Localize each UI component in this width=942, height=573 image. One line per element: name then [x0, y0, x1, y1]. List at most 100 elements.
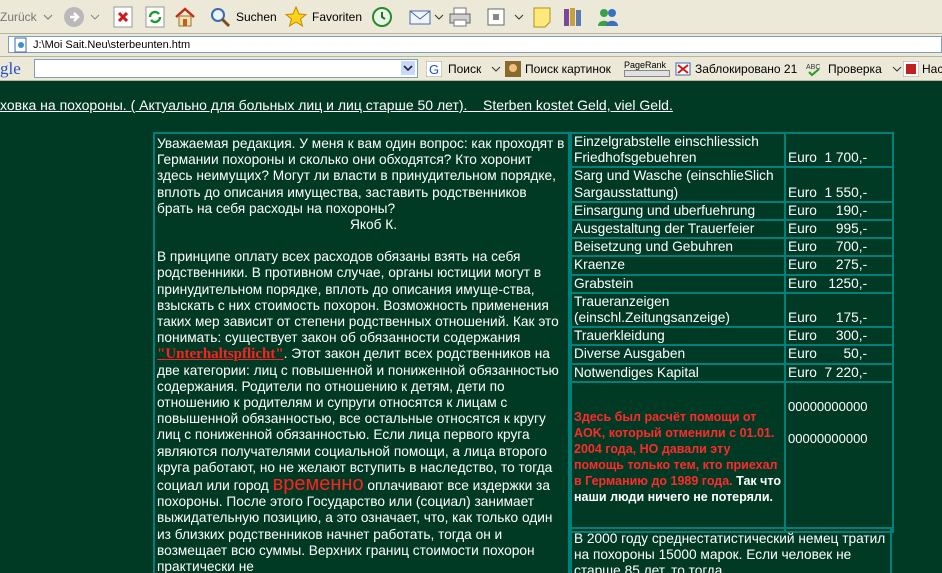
pagerank-indicator[interactable]: PageRank	[624, 57, 670, 80]
back-button[interactable]: Zurück	[0, 0, 53, 33]
note-row: Здесь был расчёт помощи от AOK, который …	[570, 380, 894, 533]
cost-item: Sarg und Wasche (einschlieSlich Sargauss…	[570, 166, 786, 203]
spellcheck-button[interactable]: ABC Проверка	[806, 57, 902, 80]
stop-button[interactable]	[111, 0, 135, 33]
cost-row: Beisetzung und Gebuhren Euro 700,-	[570, 237, 894, 258]
mail-button[interactable]	[408, 0, 444, 33]
home-button[interactable]	[173, 0, 197, 33]
cost-row: Sarg und Wasche (einschlieSlich Sargauss…	[570, 166, 894, 203]
browser-toolbar: Zurück Suchen Favoriten	[0, 0, 942, 34]
cost-item: Notwendiges Kapital	[570, 362, 786, 383]
forward-button[interactable]	[62, 0, 100, 33]
books-icon	[564, 7, 581, 26]
settings-button[interactable]: Нас	[903, 57, 942, 80]
messenger-button[interactable]	[596, 0, 620, 33]
google-search-button[interactable]: G Поиск	[426, 57, 501, 80]
google-toolbar: gle G Поиск Поиск картинок PageRank Забл…	[0, 57, 942, 81]
pagerank-label: PageRank	[624, 60, 667, 70]
note-button[interactable]	[530, 0, 554, 33]
cost-row: Notwendiges Kapital Euro 7 220,-	[570, 362, 894, 383]
cost-value: Euro 50,-	[784, 344, 894, 365]
settings-icon	[903, 60, 919, 77]
statistics-text: В 2000 году среднестатистический немец т…	[574, 531, 886, 573]
blocked-label: Заблокировано 21	[695, 61, 798, 76]
cost-row: Diverse Ausgaben Euro 50,-	[570, 344, 894, 365]
search-label: Suchen	[236, 9, 277, 24]
zeros-line-1: 00000000000	[788, 398, 868, 414]
cost-row: Trauerkleidung Euro 300,-	[570, 326, 894, 347]
funeral-cost-table: Einzelgrabstelle einschliessich Friedhof…	[570, 131, 894, 533]
spellcheck-icon: ABC	[806, 64, 820, 76]
research-button[interactable]	[561, 0, 585, 33]
image-search-label: Поиск картинок	[525, 61, 611, 76]
forward-icon	[64, 6, 84, 27]
cost-item: Diverse Ausgaben	[570, 344, 786, 365]
cost-item: Einsargung und uberfuehrung	[570, 200, 786, 222]
cost-row: Einzelgrabstelle einschliessich Friedhof…	[570, 131, 894, 169]
cost-value: Euro 300,-	[784, 326, 894, 347]
zeros-cell: 00000000000 00000000000	[784, 380, 894, 533]
edit-icon	[487, 8, 505, 25]
note-icon	[533, 7, 551, 27]
refresh-button[interactable]	[143, 0, 167, 33]
statistics-box: В 2000 году среднестатистический немец т…	[570, 527, 892, 573]
search-icon	[211, 7, 231, 27]
aok-note-cell: Здесь был расчёт помощи от AOK, который …	[570, 380, 786, 533]
answer-text-2: . Этот закон делит всех родственников на…	[157, 346, 559, 494]
cost-value: Euro 1250,-	[784, 273, 894, 294]
aok-note: Здесь был расчёт помощи от AOK, который …	[574, 409, 782, 505]
chevron-down-icon	[514, 14, 524, 20]
search-button[interactable]: Suchen	[208, 0, 277, 33]
google-g-icon: G	[426, 60, 442, 77]
cost-table-body: Einzelgrabstelle einschliessich Friedhof…	[570, 131, 894, 383]
history-button[interactable]	[370, 0, 394, 33]
image-search-button[interactable]: Поиск картинок	[505, 57, 611, 80]
popup-blocked-icon	[675, 62, 691, 75]
cost-item: Grabstein	[570, 273, 786, 294]
headline-text-ru: ховка на похороны. ( Актуально для больн…	[0, 97, 468, 113]
cost-row: Ausgestaltung der Trauerfeier Euro 995,-	[570, 219, 894, 240]
unterhaltspflicht-link[interactable]: "Unterhaltspflicht"	[157, 346, 284, 362]
chevron-down-icon	[434, 14, 444, 20]
messenger-icon	[598, 8, 618, 26]
back-label: Zurück	[0, 9, 37, 24]
google-query-field[interactable]	[34, 59, 418, 78]
question-text: Уважаемая редакция. У меня к вам один во…	[157, 136, 565, 216]
cost-row: Grabstein Euro 1250,-	[570, 273, 894, 294]
google-search-label: Поиск	[448, 61, 482, 76]
question-signature: Якоб К.	[349, 217, 397, 233]
cost-value: Euro 1 550,-	[784, 166, 894, 203]
chevron-down-icon	[491, 66, 501, 72]
cost-item: Kraenze	[570, 255, 786, 276]
answer-text-1: В принципе оплату всех расходов обязаны …	[157, 249, 559, 346]
svg-text:G: G	[429, 62, 439, 77]
cost-item: Traueranzeigen (einschl.Zeitungsanzeige)	[570, 291, 786, 329]
favorites-button[interactable]: Favoriten	[284, 0, 362, 33]
print-button[interactable]	[448, 0, 472, 33]
page-content: ховка на похороны. ( Актуально для больн…	[0, 81, 942, 573]
cost-item: Beisetzung und Gebuhren	[570, 237, 786, 258]
google-brand: gle	[0, 58, 21, 78]
cost-value: Euro 700,-	[784, 237, 894, 258]
popup-blocker[interactable]: Заблокировано 21	[675, 57, 797, 80]
cost-row: Kraenze Euro 275,-	[570, 255, 894, 276]
check-label: Проверка	[828, 61, 882, 76]
mail-icon	[409, 10, 431, 24]
cost-value: Euro 275,-	[784, 255, 894, 276]
cost-item: Ausgestaltung der Trauerfeier	[570, 219, 786, 240]
home-icon	[175, 6, 195, 26]
address-input[interactable]: J:\Moi Sait.Neu\sterbeunten.htm	[8, 36, 942, 53]
scrolling-headline[interactable]: ховка на похороны. ( Актуально для больн…	[0, 97, 673, 113]
cost-item: Einzelgrabstelle einschliessich Friedhof…	[570, 131, 786, 169]
reader-question: Уважаемая редакция. У меня к вам один во…	[157, 136, 566, 233]
address-bar: J:\Moi Sait.Neu\sterbeunten.htm	[0, 34, 942, 57]
page-icon	[14, 37, 27, 53]
cost-row: Traueranzeigen (einschl.Zeitungsanzeige)…	[570, 291, 894, 329]
cost-value: Euro 7 220,-	[784, 362, 894, 383]
cost-value: Euro 190,-	[784, 200, 894, 222]
chevron-down-icon	[90, 14, 100, 20]
chevron-down-icon	[43, 14, 53, 20]
google-logo: gle	[0, 57, 21, 80]
google-search-input[interactable]	[34, 57, 418, 80]
edit-button[interactable]	[484, 0, 524, 33]
